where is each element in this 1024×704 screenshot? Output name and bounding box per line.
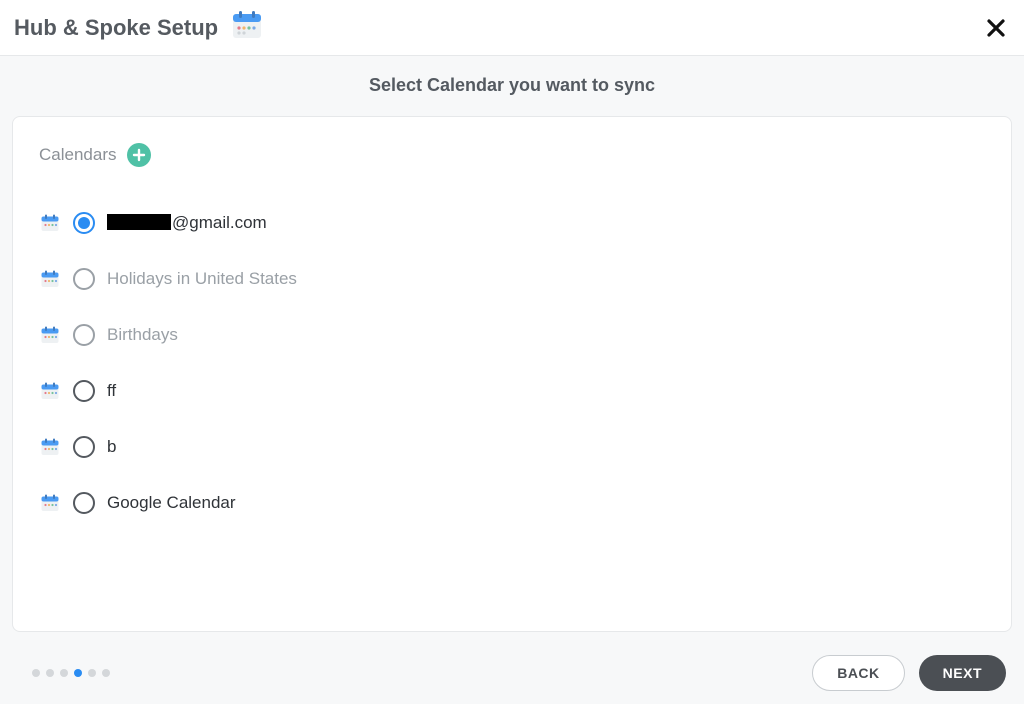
redacted-text bbox=[107, 214, 171, 230]
calendar-icon bbox=[230, 8, 264, 47]
main-card: Calendars @gmail.com Holidays in United … bbox=[12, 116, 1012, 632]
calendar-item: Birthdays bbox=[39, 307, 985, 363]
calendar-icon bbox=[39, 212, 61, 234]
calendar-item: ff bbox=[39, 363, 985, 419]
plus-icon bbox=[132, 148, 146, 162]
add-calendar-button[interactable] bbox=[127, 143, 151, 167]
progress-dot bbox=[32, 669, 40, 677]
calendar-radio[interactable] bbox=[73, 492, 95, 514]
close-button[interactable] bbox=[982, 14, 1010, 42]
calendar-item: @gmail.com bbox=[39, 195, 985, 251]
calendar-radio[interactable] bbox=[73, 436, 95, 458]
progress-dot bbox=[60, 669, 68, 677]
dialog-header: Hub & Spoke Setup bbox=[0, 0, 1024, 56]
calendar-item: b bbox=[39, 419, 985, 475]
calendar-list: @gmail.com Holidays in United States Bir… bbox=[39, 195, 985, 531]
calendar-label: Birthdays bbox=[107, 325, 178, 345]
calendar-item: Holidays in United States bbox=[39, 251, 985, 307]
calendar-radio[interactable] bbox=[73, 380, 95, 402]
progress-dots bbox=[32, 669, 110, 677]
back-button[interactable]: BACK bbox=[812, 655, 904, 691]
calendar-label: Google Calendar bbox=[107, 493, 236, 513]
calendar-radio[interactable] bbox=[73, 212, 95, 234]
next-button[interactable]: NEXT bbox=[919, 655, 1006, 691]
progress-dot bbox=[88, 669, 96, 677]
progress-dot bbox=[102, 669, 110, 677]
calendar-icon bbox=[39, 324, 61, 346]
calendar-radio bbox=[73, 268, 95, 290]
calendar-icon bbox=[39, 492, 61, 514]
calendar-icon bbox=[39, 436, 61, 458]
calendar-label: Holidays in United States bbox=[107, 269, 297, 289]
progress-dot bbox=[74, 669, 82, 677]
footer: BACK NEXT bbox=[0, 642, 1024, 704]
calendar-label: b bbox=[107, 437, 116, 457]
calendar-item: Google Calendar bbox=[39, 475, 985, 531]
calendar-label: @gmail.com bbox=[107, 213, 267, 233]
page-subtitle: Select Calendar you want to sync bbox=[369, 75, 655, 96]
subtitle-wrap: Select Calendar you want to sync bbox=[0, 56, 1024, 108]
calendar-label: ff bbox=[107, 381, 116, 401]
calendar-icon bbox=[39, 380, 61, 402]
progress-dot bbox=[46, 669, 54, 677]
section-title: Calendars bbox=[39, 145, 117, 165]
calendar-radio bbox=[73, 324, 95, 346]
dialog-title: Hub & Spoke Setup bbox=[14, 15, 218, 41]
calendar-icon bbox=[39, 268, 61, 290]
